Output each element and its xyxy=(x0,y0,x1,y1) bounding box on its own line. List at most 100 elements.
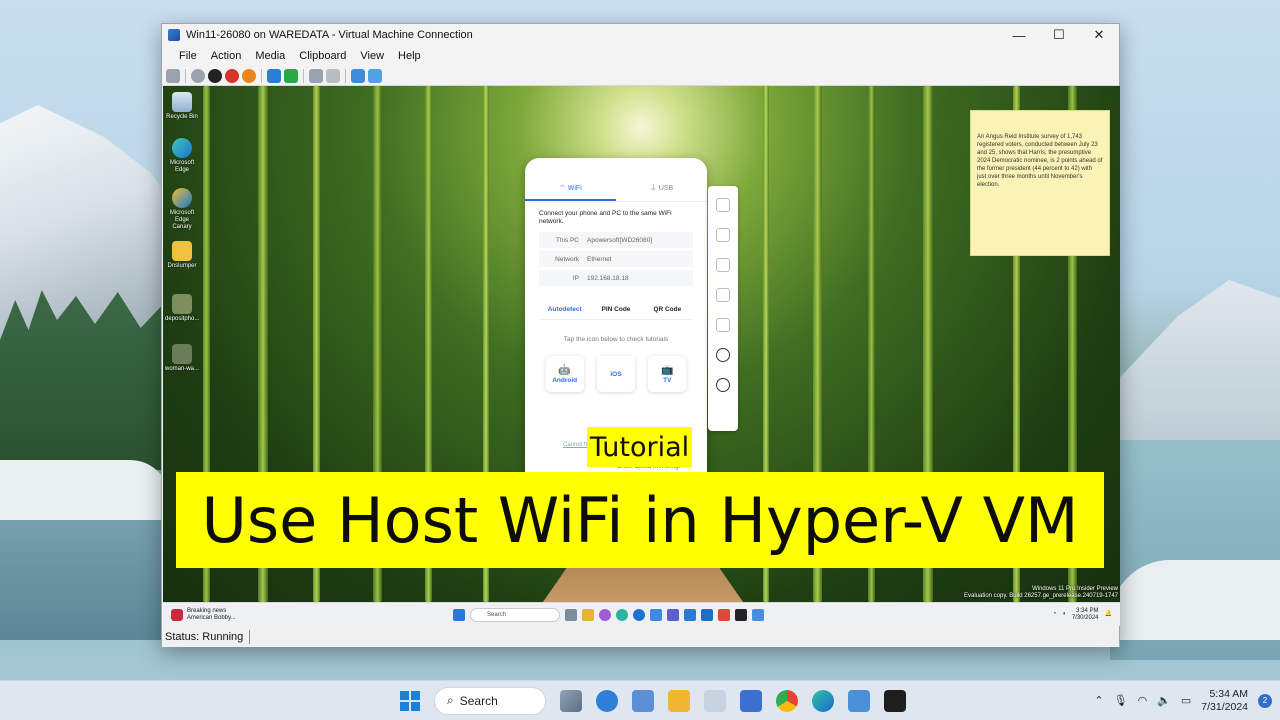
watermark-line: Evaluation copy. Build 26257.ge_prerelea… xyxy=(963,593,1118,599)
edge-icon[interactable] xyxy=(812,689,834,712)
wifi-icon[interactable]: ◔ xyxy=(1053,611,1057,618)
checkpoint-icon[interactable] xyxy=(309,68,323,83)
toolbar-divider xyxy=(303,68,304,83)
guest-system-tray: ◔ ◖ 3:34 PM 7/30/2024 🔔 xyxy=(1053,608,1112,622)
pause-icon[interactable] xyxy=(267,68,281,83)
android-button[interactable]: 🤖 Android xyxy=(546,356,584,392)
terminal-icon[interactable] xyxy=(735,608,747,621)
menu-help[interactable]: Help xyxy=(391,50,428,62)
notify-app-icon[interactable] xyxy=(718,608,730,621)
tab-wifi[interactable]: ⌔ WiFi xyxy=(525,176,616,201)
desktop-icon-image-1[interactable]: depositpho... xyxy=(165,294,199,323)
fullscreen-icon[interactable] xyxy=(716,228,730,242)
guest-taskbar-apps: Search xyxy=(453,607,764,622)
connection-instructions: Connect your phone and PC to the same Wi… xyxy=(539,210,672,225)
wifi-icon: ⌔ xyxy=(559,185,568,192)
task-view-icon[interactable] xyxy=(560,689,582,712)
tv-icon: 📺 xyxy=(661,364,674,376)
browser-window-icon[interactable] xyxy=(704,689,726,712)
remote-desktop-icon[interactable] xyxy=(632,689,654,712)
file-explorer-icon[interactable] xyxy=(668,689,690,712)
info-row-ip: IP 192.168.18.18 xyxy=(539,270,693,286)
desktop-icon-label: Dnslumper xyxy=(167,263,197,269)
revert-icon[interactable] xyxy=(326,68,340,83)
share-icon[interactable] xyxy=(368,68,382,83)
menu-clipboard[interactable]: Clipboard xyxy=(292,50,353,62)
sticky-note[interactable]: An Angus Reid Institute survey of 1,743 … xyxy=(970,110,1110,256)
edge-beta-icon[interactable] xyxy=(633,608,645,621)
copilot-icon[interactable] xyxy=(599,608,611,621)
chevron-up-icon[interactable]: ⌃ xyxy=(1094,694,1103,707)
maximize-button[interactable]: ☐ xyxy=(1039,24,1079,46)
teams-icon[interactable] xyxy=(667,608,679,621)
mirroring-app-icon[interactable] xyxy=(752,608,764,621)
host-clock[interactable]: 5:34 AM 7/31/2024 xyxy=(1201,688,1248,714)
avatar-icon[interactable] xyxy=(716,198,730,212)
desktop-icon-edge-canary[interactable]: Microsoft Edge Canary xyxy=(165,188,199,231)
toolbar-divider xyxy=(261,68,262,83)
tab-label: WiFi xyxy=(567,185,582,192)
windows-start-icon[interactable] xyxy=(400,690,420,711)
minimize-button[interactable]: — xyxy=(999,24,1039,46)
tv-button[interactable]: 📺 TV xyxy=(648,356,686,392)
guest-search-box[interactable]: Search xyxy=(470,607,560,622)
outlook-icon[interactable] xyxy=(684,608,696,621)
wifi-icon[interactable]: ◠ xyxy=(1138,694,1148,707)
bell-icon[interactable]: 🔔 xyxy=(1105,611,1112,618)
menu-media[interactable]: Media xyxy=(248,50,292,62)
host-search-box[interactable]: ⌕ Search xyxy=(434,686,546,715)
settings-icon[interactable] xyxy=(716,348,730,362)
headset-icon[interactable] xyxy=(716,378,730,392)
task-view-icon[interactable] xyxy=(565,608,577,621)
shutdown-icon[interactable] xyxy=(225,68,239,83)
menu-view[interactable]: View xyxy=(353,50,391,62)
window-titlebar[interactable]: Win11-26080 on WAREDATA - Virtual Machin… xyxy=(162,24,1119,46)
tab-pin-code[interactable]: PIN Code xyxy=(590,300,641,319)
start-icon[interactable] xyxy=(453,608,465,621)
resume-icon[interactable] xyxy=(284,68,298,83)
ctrl-alt-del-icon[interactable] xyxy=(166,68,180,83)
menu-file[interactable]: File xyxy=(172,50,204,62)
pen-icon[interactable] xyxy=(716,288,730,302)
terminal-icon[interactable] xyxy=(884,689,906,712)
news-title: Breaking news xyxy=(187,607,227,614)
sync-app-icon[interactable] xyxy=(596,689,618,712)
tab-qr-code[interactable]: QR Code xyxy=(642,300,693,319)
tab-autodetect[interactable]: Autodetect xyxy=(539,300,590,319)
toolbox-icon[interactable] xyxy=(716,318,730,332)
screenshot-icon[interactable] xyxy=(716,258,730,272)
android-icon: 🤖 xyxy=(558,364,571,376)
ios-button[interactable]: iOS xyxy=(597,356,635,392)
tab-usb[interactable]: ⏚ USB xyxy=(616,176,707,201)
desktop-icon-recycle-bin[interactable]: Recycle Bin xyxy=(165,92,199,121)
save-state-icon[interactable] xyxy=(242,68,256,83)
volume-mute-icon[interactable]: 🔈 xyxy=(1157,694,1171,707)
enhanced-session-icon[interactable] xyxy=(351,68,365,83)
desktop-icon-label: Recycle Bin xyxy=(166,114,198,120)
store-icon[interactable] xyxy=(650,608,662,621)
window-title: Win11-26080 on WAREDATA - Virtual Machin… xyxy=(186,29,473,41)
menu-action[interactable]: Action xyxy=(204,50,249,62)
mail-icon[interactable] xyxy=(701,608,713,621)
desktop-icon-image-2[interactable]: woman-wa... xyxy=(165,344,199,373)
edge-icon[interactable] xyxy=(616,608,628,621)
volume-icon[interactable]: ◖ xyxy=(1062,611,1066,618)
turn-off-icon[interactable] xyxy=(208,68,222,83)
news-widget[interactable]: Breaking news American Bobby... xyxy=(163,608,283,622)
sticky-note-text: An Angus Reid Institute survey of 1,743 … xyxy=(977,134,1103,188)
battery-icon[interactable]: ▭ xyxy=(1181,694,1191,707)
status-divider xyxy=(249,629,251,644)
desktop-icon-edge[interactable]: Microsoft Edge xyxy=(165,138,199,174)
guest-clock[interactable]: 3:34 PM 7/30/2024 xyxy=(1072,608,1099,622)
os-buttons: 🤖 Android iOS 📺 TV xyxy=(539,356,693,392)
hyperv-manager-icon[interactable] xyxy=(848,689,870,712)
chrome-icon[interactable] xyxy=(776,689,798,712)
notification-badge[interactable]: 2 xyxy=(1258,693,1272,708)
connection-tabs: ⌔ WiFi ⏚ USB xyxy=(525,176,707,202)
microphone-icon[interactable]: 🎙 xyxy=(1114,694,1128,707)
close-button[interactable]: ✕ xyxy=(1079,24,1119,46)
start-vm-icon[interactable] xyxy=(191,68,205,83)
explorer-icon[interactable] xyxy=(582,608,594,621)
desktop-icon-dnslumper[interactable]: Dnslumper xyxy=(165,241,199,270)
notepad-icon[interactable] xyxy=(740,689,762,712)
